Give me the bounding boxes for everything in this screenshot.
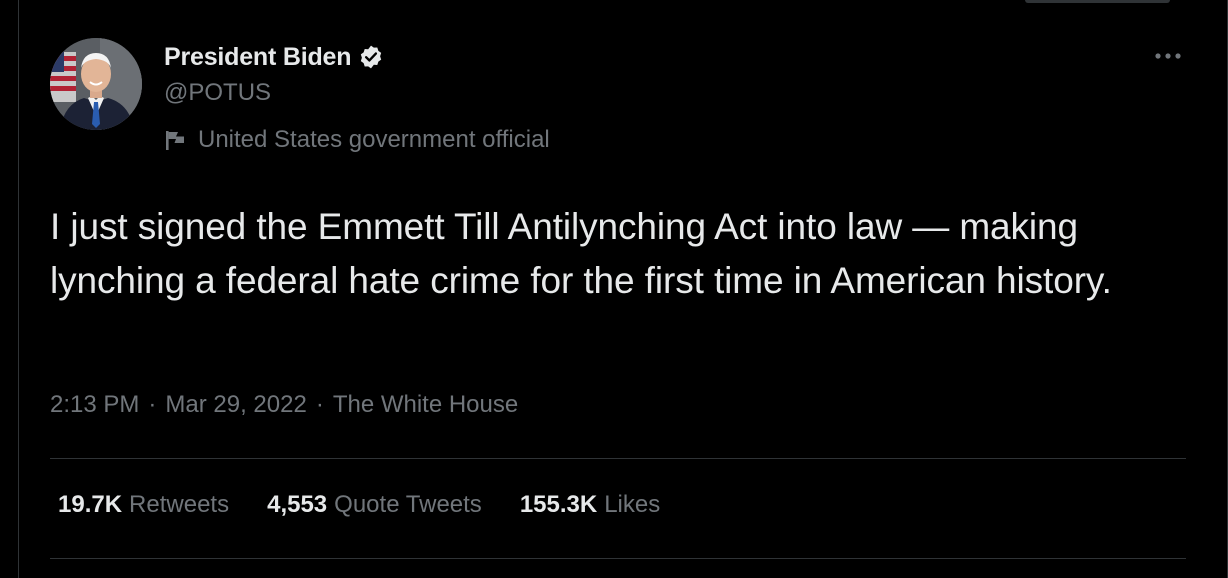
retweets-count: 19.7K <box>58 491 123 518</box>
quote-tweets-label: Quote Tweets <box>334 491 482 518</box>
author-name-row: President Biden <box>164 40 384 74</box>
display-name[interactable]: President Biden <box>164 43 352 72</box>
retweets-stat[interactable]: 19.7K Retweets <box>58 491 229 519</box>
verified-badge-icon[interactable] <box>358 44 384 70</box>
meta-separator: · <box>315 391 324 418</box>
likes-label: Likes <box>604 491 661 518</box>
quote-tweets-stat[interactable]: 4,553 Quote Tweets <box>267 491 482 519</box>
divider <box>50 558 1186 559</box>
author-handle[interactable]: @POTUS <box>164 79 271 107</box>
government-label[interactable]: United States government official <box>164 124 550 156</box>
retweets-label: Retweets <box>129 491 230 518</box>
flag-icon <box>166 131 184 150</box>
avatar-image <box>50 38 142 130</box>
tweet-meta: 2:13 PM · Mar 29, 2022 · The White House <box>50 391 518 419</box>
tweet-text: I just signed the Emmett Till Antilynchi… <box>50 206 1112 301</box>
tweet-stats: 19.7K Retweets 4,553 Quote Tweets 155.3K Li… <box>58 491 660 519</box>
more-horizontal-icon <box>1155 53 1181 59</box>
likes-count: 155.3K <box>519 491 598 518</box>
tweet-date[interactable]: Mar 29, 2022 <box>165 391 306 419</box>
quote-tweets-count: 4,553 <box>267 491 328 518</box>
divider <box>50 458 1186 459</box>
more-button[interactable] <box>1152 45 1184 67</box>
scroll-indicator <box>1025 0 1170 3</box>
tweet-source[interactable]: The White House <box>333 391 518 419</box>
meta-separator: · <box>148 391 157 418</box>
tweet-time[interactable]: 2:13 PM <box>50 391 139 419</box>
likes-stat[interactable]: 155.3K Likes <box>520 491 660 519</box>
government-label-text: United States government official <box>198 126 550 153</box>
avatar[interactable] <box>50 38 142 130</box>
